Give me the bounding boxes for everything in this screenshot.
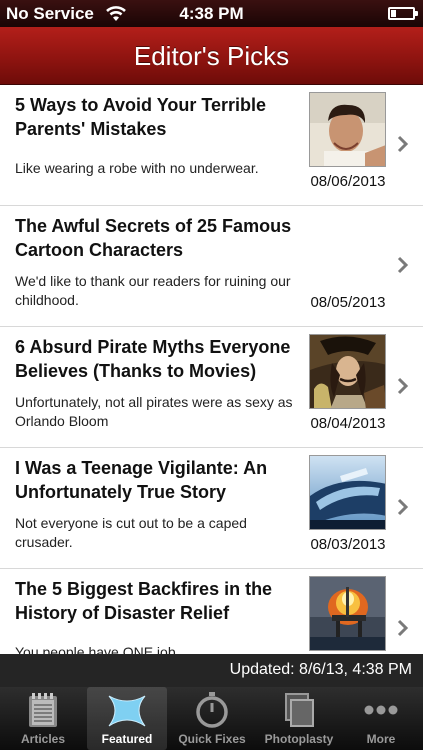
stopwatch-icon (196, 692, 228, 728)
featured-x-icon (108, 695, 146, 727)
chevron-right-icon (397, 619, 409, 637)
tab-label: More (366, 732, 396, 746)
tab-quick-fixes[interactable]: Quick Fixes (170, 687, 254, 750)
article-description: You people have ONE job. (15, 644, 180, 654)
article-title: I Was a Teenage Vigilante: An Unfortunat… (15, 458, 268, 502)
article-description: Unfortunately, not all pirates were as s… (15, 394, 293, 429)
chevron-right-icon (397, 498, 409, 516)
article-row[interactable]: 6 Absurd Pirate Myths Everyone Believes … (0, 327, 423, 448)
tab-label: Photoplasty (264, 732, 334, 746)
tab-bar: Articles Featured Quick Fixes Photoplast… (0, 687, 423, 750)
article-thumbnail (309, 334, 386, 409)
status-time: 4:38 PM (179, 4, 244, 23)
notepad-icon (29, 693, 57, 727)
article-title: The 5 Biggest Backfires in the History o… (15, 579, 273, 623)
tab-featured[interactable]: Featured (87, 687, 167, 750)
article-date: 08/06/2013 (310, 173, 386, 190)
article-row[interactable]: 5 Ways to Avoid Your Terrible Parents' M… (0, 85, 423, 206)
article-title: 6 Absurd Pirate Myths Everyone Believes … (15, 337, 291, 381)
nav-bar: Editor's Picks (0, 27, 423, 85)
chevron-right-icon (397, 377, 409, 395)
battery-icon (388, 7, 418, 20)
chevron-right-icon (397, 135, 409, 153)
article-description: Like wearing a robe with no underwear. (15, 160, 259, 176)
article-title: The Awful Secrets of 25 Famous Cartoon C… (15, 216, 292, 260)
article-description: Not everyone is cut out to be a caped cr… (15, 515, 247, 550)
tab-more[interactable]: More (343, 687, 419, 750)
article-thumbnail (309, 455, 386, 530)
tab-label: Featured (101, 732, 153, 746)
article-date: 08/05/2013 (310, 294, 386, 311)
article-thumbnail (309, 576, 386, 651)
article-description: We'd like to thank our readers for ruini… (15, 273, 291, 308)
article-date: 08/03/2013 (310, 536, 386, 553)
updated-timestamp: Updated: 8/6/13, 4:38 PM (229, 661, 412, 678)
status-bar: No Service 4:38 PM (0, 0, 423, 27)
page-title: Editor's Picks (133, 41, 290, 71)
article-row[interactable]: I Was a Teenage Vigilante: An Unfortunat… (0, 448, 423, 569)
updated-bar: Updated: 8/6/13, 4:38 PM (0, 654, 423, 687)
tab-articles[interactable]: Articles (4, 687, 82, 750)
article-list[interactable]: 5 Ways to Avoid Your Terrible Parents' M… (0, 85, 423, 654)
photos-icon (285, 693, 314, 727)
tab-label: Articles (20, 732, 66, 746)
chevron-right-icon (397, 256, 409, 274)
article-row[interactable]: The 5 Biggest Backfires in the History o… (0, 569, 423, 654)
tab-label: Quick Fixes (178, 732, 246, 746)
tab-photoplasty[interactable]: Photoplasty (257, 687, 341, 750)
more-dots-icon (364, 705, 398, 715)
article-row[interactable]: The Awful Secrets of 25 Famous Cartoon C… (0, 206, 423, 327)
article-thumbnail (309, 92, 386, 167)
article-date: 08/04/2013 (310, 415, 386, 432)
article-title: 5 Ways to Avoid Your Terrible Parents' M… (15, 95, 267, 139)
